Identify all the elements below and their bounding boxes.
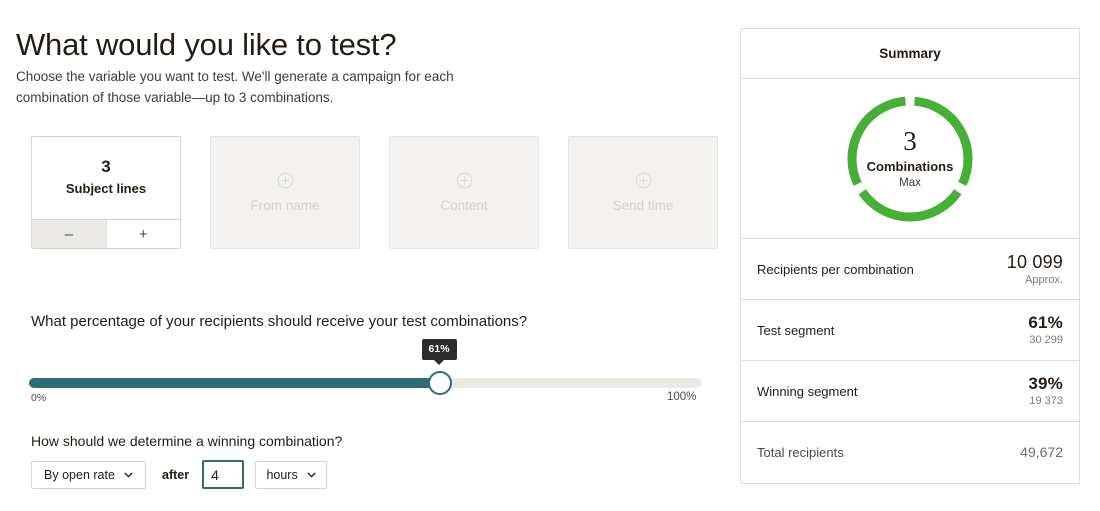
row-value-group: 10 099 Approx. — [1007, 252, 1063, 286]
chevron-down-icon — [307, 472, 316, 478]
donut-label: Combinations — [866, 159, 954, 174]
donut-center-content: 3 Combinations Max — [842, 91, 978, 227]
row-value: 10 099 — [1006, 251, 1063, 272]
subject-lines-count: 3 — [101, 157, 111, 176]
table-row: Recipients per combination 10 099 Approx… — [741, 239, 1079, 300]
variable-card-body: 3 Subject lines — [32, 137, 180, 219]
duration-unit-select[interactable]: hours — [255, 460, 328, 489]
plus-circle-icon — [456, 172, 473, 189]
summary-title: Summary — [741, 29, 1079, 79]
slider-value-tooltip: 61% — [421, 339, 457, 360]
subject-lines-stepper: – + — [32, 219, 180, 248]
increment-button[interactable]: + — [105, 220, 180, 248]
row-value: 61% — [1028, 313, 1063, 333]
row-label: Test segment — [757, 322, 835, 338]
chevron-down-icon — [124, 472, 133, 478]
donut-sublabel: Max — [899, 177, 921, 189]
plus-circle-icon — [635, 172, 652, 189]
table-row: Winning segment 39% 19 373 — [741, 361, 1079, 422]
percentage-question: What percentage of your recipients shoul… — [31, 313, 528, 330]
subject-lines-label: Subject lines — [65, 181, 147, 196]
variable-card-body: Content — [390, 137, 538, 248]
summary-panel: Summary 3 Combinations Max Recipients pe… — [740, 28, 1080, 484]
left-column: What would you like to test? Choose the … — [0, 0, 730, 511]
variable-card-subject-lines[interactable]: 3 Subject lines – + — [31, 136, 181, 249]
row-value: 39% — [1028, 374, 1063, 394]
decrement-button[interactable]: – — [32, 220, 106, 248]
combinations-donut-cell: 3 Combinations Max — [741, 79, 1079, 239]
content-label: Content — [440, 198, 488, 213]
plus-circle-icon — [277, 172, 294, 189]
page-subtitle: Choose the variable you want to test. We… — [16, 69, 454, 105]
row-label: Winning segment — [757, 383, 858, 399]
after-label: after — [162, 467, 190, 482]
row-label: Total recipients — [757, 445, 844, 460]
donut-value: 3 — [903, 126, 917, 156]
variable-card-body: Send time — [569, 137, 717, 248]
winner-controls: By open rate after hours — [31, 460, 328, 489]
variable-card-send-time[interactable]: Send time — [568, 136, 718, 249]
duration-unit-value: hours — [266, 467, 298, 482]
from-name-label: From name — [250, 198, 320, 213]
row-label: Recipients per combination — [757, 261, 914, 277]
winning-criteria-value: By open rate — [44, 467, 115, 482]
percentage-slider[interactable]: 61% — [29, 339, 702, 395]
winning-criteria-select[interactable]: By open rate — [31, 460, 146, 489]
row-value: 49,672 — [1020, 443, 1063, 460]
variable-card-content[interactable]: Content — [389, 136, 539, 249]
page-title: What would you like to test? — [16, 27, 397, 62]
variable-cards: 3 Subject lines – + From name Content Se… — [31, 136, 718, 249]
combinations-donut-chart: 3 Combinations Max — [842, 91, 978, 227]
duration-input[interactable] — [202, 460, 245, 489]
slider-thumb[interactable] — [427, 371, 452, 395]
variable-card-from-name[interactable]: From name — [210, 136, 360, 249]
row-subvalue: 30 299 — [1029, 334, 1063, 347]
slider-max-label: 100% — [667, 391, 697, 403]
table-row: Total recipients 49,672 — [741, 422, 1079, 483]
row-subvalue: 19 373 — [1029, 395, 1063, 408]
slider-track-fill — [29, 378, 440, 388]
slider-min-label: 0% — [31, 392, 47, 404]
row-subvalue: Approx. — [1025, 273, 1063, 286]
winner-question: How should we determine a winning combin… — [31, 433, 343, 449]
row-value-group: 61% 30 299 — [1028, 313, 1063, 346]
table-row: Test segment 61% 30 299 — [741, 300, 1079, 361]
ab-test-setup-page: What would you like to test? Choose the … — [0, 0, 1100, 511]
row-value-group: 49,672 — [1020, 443, 1063, 461]
variable-card-body: From name — [211, 137, 359, 248]
row-value-group: 39% 19 373 — [1028, 374, 1063, 407]
send-time-label: Send time — [612, 198, 674, 213]
